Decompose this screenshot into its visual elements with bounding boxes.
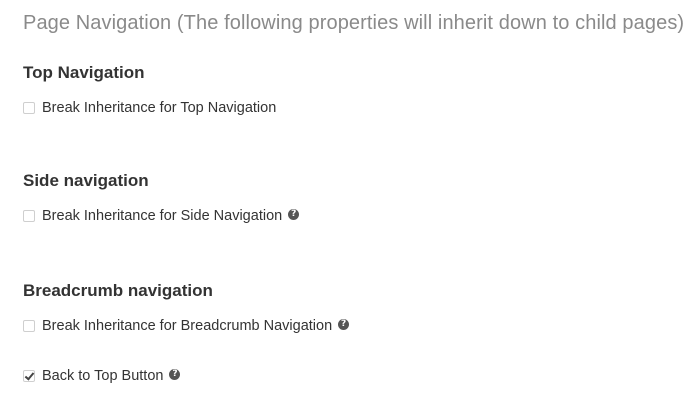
break-inheritance-top-navigation-label[interactable]: Break Inheritance for Top Navigation: [42, 100, 276, 116]
break-inheritance-side-navigation-option[interactable]: Break Inheritance for Side Navigation ?: [23, 206, 300, 226]
break-inheritance-top-navigation-checkbox[interactable]: [23, 102, 35, 114]
break-inheritance-breadcrumb-navigation-checkbox[interactable]: [23, 320, 35, 332]
question-circle-icon[interactable]: ?: [288, 208, 300, 220]
break-inheritance-side-navigation-label[interactable]: Break Inheritance for Side Navigation: [42, 208, 282, 224]
break-inheritance-breadcrumb-navigation-option[interactable]: Break Inheritance for Breadcrumb Navigat…: [23, 316, 350, 336]
back-to-top-button-option[interactable]: Back to Top Button ?: [23, 366, 181, 386]
break-inheritance-breadcrumb-navigation-label[interactable]: Break Inheritance for Breadcrumb Navigat…: [42, 318, 332, 334]
page-title: Page Navigation (The following propertie…: [23, 12, 685, 34]
top-navigation-heading: Top Navigation: [23, 63, 145, 82]
side-navigation-heading: Side navigation: [23, 171, 149, 190]
back-to-top-button-label[interactable]: Back to Top Button: [42, 368, 163, 384]
breadcrumb-navigation-heading: Breadcrumb navigation: [23, 281, 213, 300]
back-to-top-button-checkbox[interactable]: [23, 370, 35, 382]
question-circle-icon[interactable]: ?: [169, 368, 181, 380]
break-inheritance-side-navigation-checkbox[interactable]: [23, 210, 35, 222]
question-circle-icon[interactable]: ?: [338, 318, 350, 330]
break-inheritance-top-navigation-option[interactable]: Break Inheritance for Top Navigation: [23, 98, 276, 118]
